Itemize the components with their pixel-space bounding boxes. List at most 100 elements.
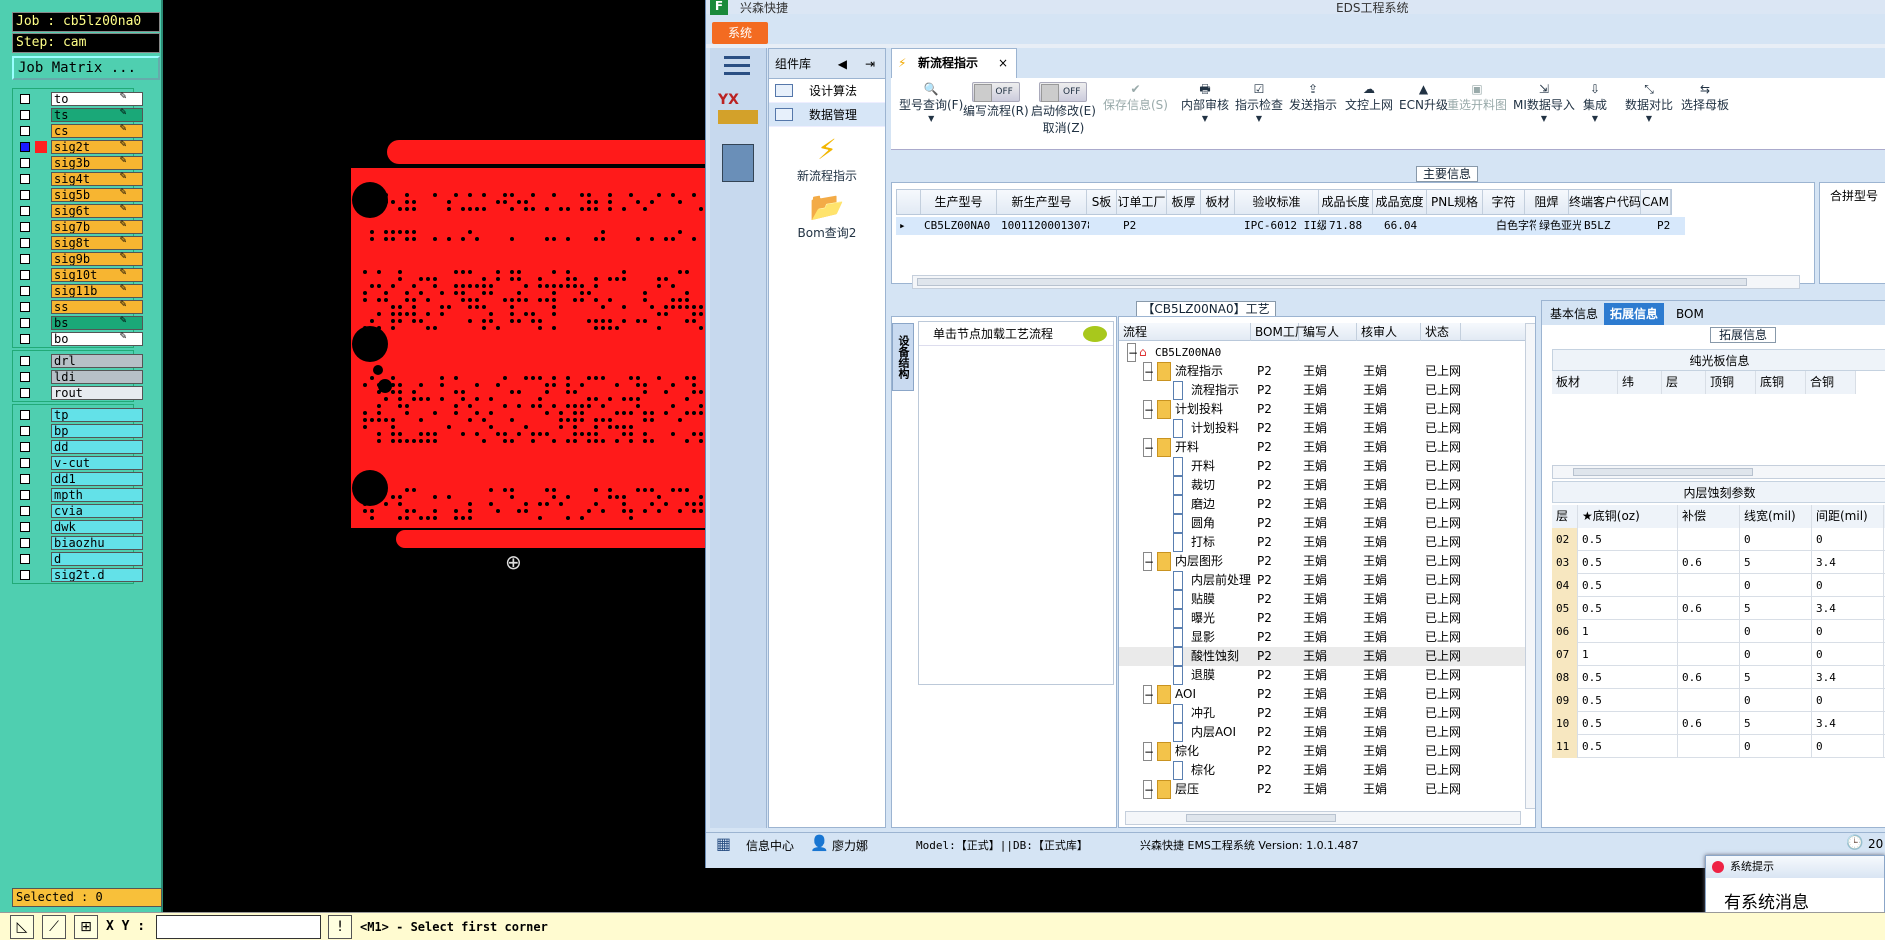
column-header[interactable]: 线宽(mil) [1740, 505, 1812, 528]
tab-new-flow[interactable]: ⚡ 新流程指示 × [891, 48, 1017, 78]
mi-import-button[interactable]: ⇲ MI数据导入 ▼ [1513, 82, 1575, 125]
yx-factory-icon[interactable]: YX [718, 92, 758, 132]
close-icon[interactable]: × [998, 49, 1008, 77]
integrate-button[interactable]: ⇩ 集成 ▼ [1583, 82, 1607, 125]
layer-row[interactable]: to ✎ [15, 91, 143, 107]
layer-row[interactable]: sig2t ✎ [15, 139, 143, 155]
layer-row[interactable]: sig6t ✎ [15, 203, 143, 219]
tree-row[interactable]: 流程指示 P2 王娟 王娟 已上网 [1119, 381, 1527, 400]
column-header[interactable]: 板材 [1552, 371, 1618, 394]
tree-row[interactable]: 计划投料 P2 王娟 王娟 已上网 [1119, 419, 1527, 438]
tree-hscrollbar[interactable] [1125, 811, 1521, 825]
column-header[interactable]: 流程 [1119, 323, 1251, 341]
layer-name[interactable]: sig2t [51, 140, 143, 154]
column-header[interactable]: 成品宽度 [1373, 190, 1427, 214]
layer-row[interactable]: cvia [15, 503, 143, 519]
layer-row[interactable]: biaozhu [15, 535, 143, 551]
layer-name[interactable]: ss [51, 300, 143, 314]
column-header[interactable]: BOM工厂 [1251, 323, 1307, 341]
tab-extended-info[interactable]: 拓展信息 [1604, 303, 1665, 325]
layer-name[interactable]: bp [51, 424, 143, 438]
layer-checkbox[interactable] [20, 570, 30, 580]
comp-item-data-mgmt[interactable]: 数据管理 [769, 103, 885, 127]
layer-name[interactable]: sig7b [51, 220, 143, 234]
layer-row[interactable]: d [15, 551, 143, 567]
table-row[interactable]: 080.50.653.40 [1552, 666, 1885, 689]
column-header[interactable]: 生产型号 [921, 190, 997, 214]
cam-graphics-canvas[interactable]: ⊕ [165, 0, 705, 912]
auto-modify-toggle[interactable]: OFF [1039, 82, 1088, 102]
table-row[interactable]: 050.50.653.40 [1552, 597, 1885, 620]
pin-icon[interactable]: ⇥ [865, 49, 875, 79]
column-header[interactable]: 订单工厂 [1117, 190, 1167, 214]
info-icon[interactable]: ! [328, 915, 352, 939]
table-row[interactable]: ▸ CB5LZ00NA0 10011200013078 P2 IPC-6012 II级7… [896, 217, 1685, 235]
layer-name[interactable]: ldi [51, 370, 143, 384]
layer-checkbox[interactable] [20, 190, 30, 200]
table-row[interactable]: 040.5000 [1552, 574, 1885, 597]
table-row[interactable]: 020.5000 [1552, 528, 1885, 551]
tree-row[interactable]: 酸性蚀刻 P2 王娟 王娟 已上网 [1119, 647, 1527, 666]
layer-checkbox[interactable] [20, 206, 30, 216]
layer-checkbox[interactable] [20, 126, 30, 136]
layer-checkbox[interactable] [20, 372, 30, 382]
column-header[interactable]: 字符 [1483, 190, 1525, 214]
data-compare-button[interactable]: ⤡ 数据对比 ▼ [1625, 82, 1673, 125]
layer-checkbox[interactable] [20, 222, 30, 232]
table-row[interactable]: 090.5000 [1552, 689, 1885, 712]
layer-checkbox[interactable] [20, 410, 30, 420]
layer-row[interactable]: ldi [15, 369, 143, 385]
expand-toggle-icon[interactable]: − [1143, 362, 1154, 381]
main-grid-hscrollbar[interactable] [912, 275, 1800, 289]
layer-name[interactable]: tp [51, 408, 143, 422]
column-header[interactable]: 编写人 [1299, 323, 1357, 341]
column-header[interactable]: 成品长度 [1319, 190, 1373, 214]
collapse-left-icon[interactable]: ◀ [838, 49, 847, 79]
column-header[interactable]: 层 [1552, 505, 1578, 528]
column-header[interactable]: 核审人 [1357, 323, 1421, 341]
layer-name[interactable]: cs [51, 124, 143, 138]
calculator-icon[interactable] [722, 144, 754, 182]
layer-row[interactable]: mpth [15, 487, 143, 503]
layer-checkbox[interactable] [20, 554, 30, 564]
layer-name[interactable]: dd [51, 440, 143, 454]
layer-checkbox[interactable] [20, 94, 30, 104]
column-header[interactable]: 板厚 [1167, 190, 1201, 214]
layer-name[interactable]: sig6t [51, 204, 143, 218]
layer-name[interactable]: sig9b [51, 252, 143, 266]
layer-name[interactable]: d [51, 552, 143, 566]
layer-name[interactable]: sig3b [51, 156, 143, 170]
column-header[interactable] [897, 190, 921, 214]
tree-row[interactable]: 圆角 P2 王娟 王娟 已上网 [1119, 514, 1527, 533]
edit-flow-button[interactable]: OFF 编写流程(R) [963, 82, 1029, 119]
system-menu-tab[interactable]: 系统 [712, 22, 768, 44]
tree-root-node[interactable]: − ⌂ CB5LZ00NA0 [1119, 343, 1527, 362]
layer-name[interactable]: v-cut [51, 456, 143, 470]
layer-row[interactable]: sig11b ✎ [15, 283, 143, 299]
job-matrix-button[interactable]: Job Matrix ... [12, 56, 160, 80]
tree-row[interactable]: − 层压 P2 王娟 王娟 已上网 [1119, 780, 1527, 799]
layer-row[interactable]: sig10t ✎ [15, 267, 143, 283]
internal-review-button[interactable]: 🖶 内部审核 ▼ [1181, 82, 1229, 125]
layer-name[interactable]: mpth [51, 488, 143, 502]
column-header[interactable]: 终端客户代码 [1569, 190, 1641, 214]
layer-row[interactable]: tp [15, 407, 143, 423]
save-info-button[interactable]: ✔ 保存信息(S) [1103, 82, 1168, 113]
expand-toggle-icon[interactable]: − [1143, 438, 1154, 457]
layer-row[interactable]: cs ✎ [15, 123, 143, 139]
xy-coordinate-input[interactable] [156, 915, 321, 939]
layer-name[interactable]: sig4t [51, 172, 143, 186]
column-header[interactable]: 层 [1662, 371, 1706, 394]
layer-checkbox[interactable] [20, 270, 30, 280]
column-header[interactable]: 纬 [1618, 371, 1662, 394]
tree-vscrollbar[interactable] [1525, 323, 1535, 809]
layer-row[interactable]: rout [15, 385, 143, 401]
layer-checkbox[interactable] [20, 158, 30, 168]
tree-row[interactable]: 裁切 P2 王娟 王娟 已上网 [1119, 476, 1527, 495]
layer-checkbox[interactable] [20, 356, 30, 366]
layer-checkbox[interactable] [20, 474, 30, 484]
layer-checkbox[interactable] [20, 334, 30, 344]
layer-checkbox[interactable] [20, 490, 30, 500]
tree-row[interactable]: − 流程指示 P2 王娟 王娟 已上网 [1119, 362, 1527, 381]
layer-checkbox[interactable] [20, 388, 30, 398]
